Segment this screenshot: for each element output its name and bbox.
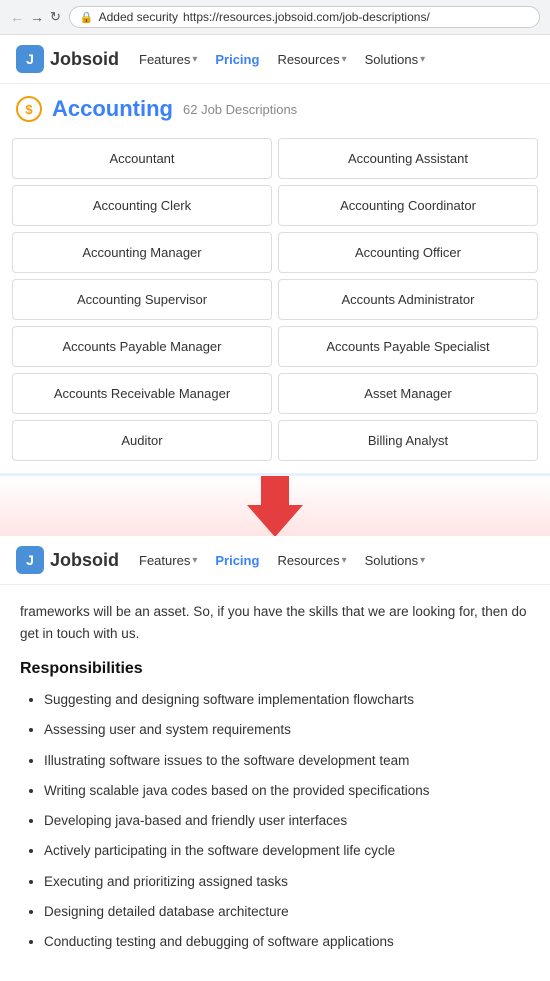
- job-card[interactable]: Accounts Receivable Manager: [12, 373, 272, 414]
- logo-icon: J: [16, 45, 44, 73]
- responsibility-item: Conducting testing and debugging of soft…: [44, 932, 530, 952]
- job-card[interactable]: Accountant: [12, 138, 272, 179]
- scroll-arrow-overlay: [0, 476, 550, 536]
- responsibility-item: Developing java-based and friendly user …: [44, 811, 530, 831]
- job-card[interactable]: Asset Manager: [278, 373, 538, 414]
- nav-icons: ← → ↻: [10, 9, 61, 25]
- nav-features[interactable]: Features ▾: [139, 52, 197, 67]
- responsibility-item: Suggesting and designing software implem…: [44, 690, 530, 710]
- bottom-resources-chevron-icon: ▾: [342, 555, 347, 566]
- bottom-nav-resources[interactable]: Resources ▾: [277, 553, 346, 568]
- features-chevron-icon: ▾: [192, 54, 197, 65]
- bottom-logo-text: Jobsoid: [50, 550, 119, 571]
- job-card[interactable]: Accounts Administrator: [278, 279, 538, 320]
- responsibility-item: Assessing user and system requirements: [44, 720, 530, 740]
- job-card[interactable]: Auditor: [12, 420, 272, 461]
- top-navbar: J Jobsoid Features ▾ Pricing Resources ▾…: [0, 35, 550, 84]
- responsibility-item: Writing scalable java codes based on the…: [44, 781, 530, 801]
- bottom-logo-icon: J: [16, 546, 44, 574]
- job-card[interactable]: Accounting Clerk: [12, 185, 272, 226]
- job-card[interactable]: Accounting Manager: [12, 232, 272, 273]
- job-grid: AccountantAccounting AssistantAccounting…: [0, 130, 550, 473]
- job-card[interactable]: Accounting Officer: [278, 232, 538, 273]
- red-down-arrow: [247, 476, 303, 536]
- bottom-nav-pricing[interactable]: Pricing: [215, 553, 259, 568]
- job-description-page: J Jobsoid Features ▾ Pricing Resources ▾…: [0, 536, 550, 968]
- bottom-nav-features[interactable]: Features ▾: [139, 553, 197, 568]
- responsibilities-title: Responsibilities: [20, 660, 530, 678]
- category-count: 62 Job Descriptions: [183, 102, 297, 117]
- lock-icon: 🔒: [80, 11, 94, 24]
- solutions-chevron-icon: ▾: [420, 54, 425, 65]
- job-card[interactable]: Accounts Payable Manager: [12, 326, 272, 367]
- responsibility-item: Executing and prioritizing assigned task…: [44, 872, 530, 892]
- forward-arrow[interactable]: →: [30, 9, 44, 25]
- intro-paragraph: frameworks will be an asset. So, if you …: [20, 601, 530, 644]
- nav-resources[interactable]: Resources ▾: [277, 52, 346, 67]
- accounting-list-page: J Jobsoid Features ▾ Pricing Resources ▾…: [0, 35, 550, 476]
- back-arrow[interactable]: ←: [10, 9, 24, 25]
- security-label: Added security: [99, 10, 178, 24]
- logo-text: Jobsoid: [50, 49, 119, 70]
- job-card[interactable]: Accounting Assistant: [278, 138, 538, 179]
- bottom-navbar: J Jobsoid Features ▾ Pricing Resources ▾…: [0, 536, 550, 585]
- bottom-features-chevron-icon: ▾: [192, 555, 197, 566]
- refresh-button[interactable]: ↻: [50, 9, 61, 25]
- nav-pricing[interactable]: Pricing: [215, 52, 259, 67]
- logo[interactable]: J Jobsoid: [16, 45, 119, 73]
- nav-solutions[interactable]: Solutions ▾: [365, 52, 426, 67]
- content-area: frameworks will be an asset. So, if you …: [0, 585, 550, 968]
- job-card[interactable]: Billing Analyst: [278, 420, 538, 461]
- responsibility-item: Illustrating software issues to the soft…: [44, 751, 530, 771]
- job-card[interactable]: Accounting Supervisor: [12, 279, 272, 320]
- job-card[interactable]: Accounting Coordinator: [278, 185, 538, 226]
- nav-links: Features ▾ Pricing Resources ▾ Solutions…: [139, 52, 425, 67]
- address-bar[interactable]: 🔒 Added security https://resources.jobso…: [69, 6, 540, 28]
- bottom-solutions-chevron-icon: ▾: [420, 555, 425, 566]
- url-text: https://resources.jobsoid.com/job-descri…: [183, 10, 430, 24]
- responsibility-item: Designing detailed database architecture: [44, 902, 530, 922]
- category-title: Accounting: [52, 96, 173, 122]
- bottom-logo[interactable]: J Jobsoid: [16, 546, 119, 574]
- resources-chevron-icon: ▾: [342, 54, 347, 65]
- responsibilities-list: Suggesting and designing software implem…: [20, 690, 530, 952]
- bottom-nav-solutions[interactable]: Solutions ▾: [365, 553, 426, 568]
- category-icon: $: [16, 96, 42, 122]
- browser-chrome: ← → ↻ 🔒 Added security https://resources…: [0, 0, 550, 35]
- responsibility-item: Actively participating in the software d…: [44, 841, 530, 861]
- category-header: $ Accounting 62 Job Descriptions: [0, 84, 550, 130]
- bottom-nav-links: Features ▾ Pricing Resources ▾ Solutions…: [139, 553, 425, 568]
- job-card[interactable]: Accounts Payable Specialist: [278, 326, 538, 367]
